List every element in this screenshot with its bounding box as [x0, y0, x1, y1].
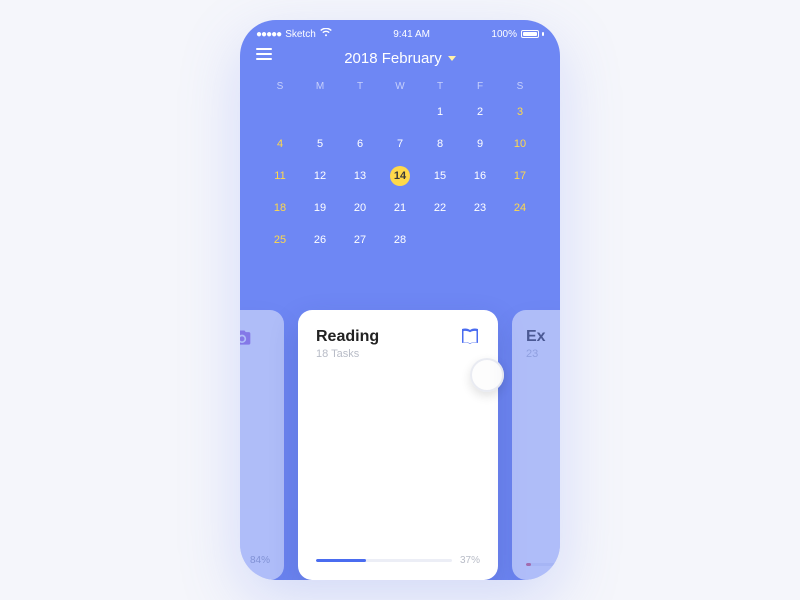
calendar-day[interactable]: 26: [300, 230, 340, 250]
calendar-day[interactable]: 8: [420, 134, 460, 154]
calendar-day[interactable]: 11: [260, 166, 300, 186]
card-title: Reading: [316, 328, 480, 346]
calendar-day[interactable]: 16: [460, 166, 500, 186]
calendar-week: 45678910: [260, 134, 540, 154]
calendar-day[interactable]: 23: [460, 198, 500, 218]
calendar-day[interactable]: 19: [300, 198, 340, 218]
calendar-week: 18192021222324: [260, 198, 540, 218]
weekday-label: M: [300, 81, 340, 92]
calendar-day[interactable]: 13: [340, 166, 380, 186]
clock-label: 9:41 AM: [393, 29, 430, 40]
card-subtitle: 23: [526, 348, 560, 360]
calendar: SMTWTFS ....1234567891011121314151617181…: [240, 81, 560, 250]
task-card-reading[interactable]: Reading 18 Tasks 37%: [298, 310, 498, 580]
calendar-day[interactable]: 21: [380, 198, 420, 218]
progress-label: 84%: [240, 555, 274, 566]
task-card-prev[interactable]: 84%: [240, 310, 284, 580]
weekday-label: S: [500, 81, 540, 92]
month-label: 2018 February: [344, 50, 442, 67]
calendar-week: ....123: [260, 102, 540, 122]
signal-dots-icon: ●●●●●: [256, 29, 281, 40]
calendar-day[interactable]: 1: [420, 102, 460, 122]
wifi-icon: [320, 28, 332, 40]
card-title: Ex: [526, 328, 560, 346]
calendar-day[interactable]: 24: [500, 198, 540, 218]
carrier-label: Sketch: [285, 29, 316, 40]
menu-button[interactable]: [256, 48, 272, 60]
battery-label: 100%: [491, 29, 517, 40]
weekday-label: T: [420, 81, 460, 92]
status-bar: ●●●●● Sketch 9:41 AM 100%: [240, 20, 560, 44]
calendar-day[interactable]: 3: [500, 102, 540, 122]
weekday-label: F: [460, 81, 500, 92]
calendar-day[interactable]: 28: [380, 230, 420, 250]
camera-icon: [240, 328, 274, 353]
calendar-day[interactable]: 4: [260, 134, 300, 154]
battery-icon: [521, 30, 544, 38]
progress-bar: [316, 559, 452, 562]
weekday-label: T: [340, 81, 380, 92]
calendar-day[interactable]: 17: [500, 166, 540, 186]
book-icon: [458, 326, 482, 355]
weekday-row: SMTWTFS: [260, 81, 540, 92]
calendar-day[interactable]: 12: [300, 166, 340, 186]
calendar-day[interactable]: 25: [260, 230, 300, 250]
calendar-day[interactable]: 5: [300, 134, 340, 154]
calendar-day[interactable]: 22: [420, 198, 460, 218]
top-bar: 2018 February: [240, 44, 560, 81]
calendar-day[interactable]: 2: [460, 102, 500, 122]
task-card-next[interactable]: Ex 23: [512, 310, 560, 580]
calendar-day[interactable]: 20: [340, 198, 380, 218]
calendar-day[interactable]: 15: [420, 166, 460, 186]
weekday-label: S: [260, 81, 300, 92]
calendar-day[interactable]: 9: [460, 134, 500, 154]
add-task-button[interactable]: [470, 358, 504, 392]
chevron-down-icon: [448, 56, 456, 61]
calendar-day[interactable]: 27: [340, 230, 380, 250]
card-subtitle: 18 Tasks: [316, 348, 480, 360]
calendar-day[interactable]: 18: [260, 198, 300, 218]
task-cards[interactable]: 84% Reading 18 Tasks 37% Ex 23: [240, 310, 560, 580]
progress-bar: [526, 563, 560, 566]
calendar-week: 11121314151617: [260, 166, 540, 186]
weekday-label: W: [380, 81, 420, 92]
calendar-week: 25262728...: [260, 230, 540, 250]
calendar-day[interactable]: 10: [500, 134, 540, 154]
calendar-day[interactable]: 6: [340, 134, 380, 154]
month-picker[interactable]: 2018 February: [344, 50, 456, 67]
phone-frame: ●●●●● Sketch 9:41 AM 100% 2018 February …: [240, 20, 560, 580]
calendar-day[interactable]: 7: [380, 134, 420, 154]
calendar-day[interactable]: 14: [380, 166, 420, 186]
progress-label: 37%: [460, 555, 480, 566]
